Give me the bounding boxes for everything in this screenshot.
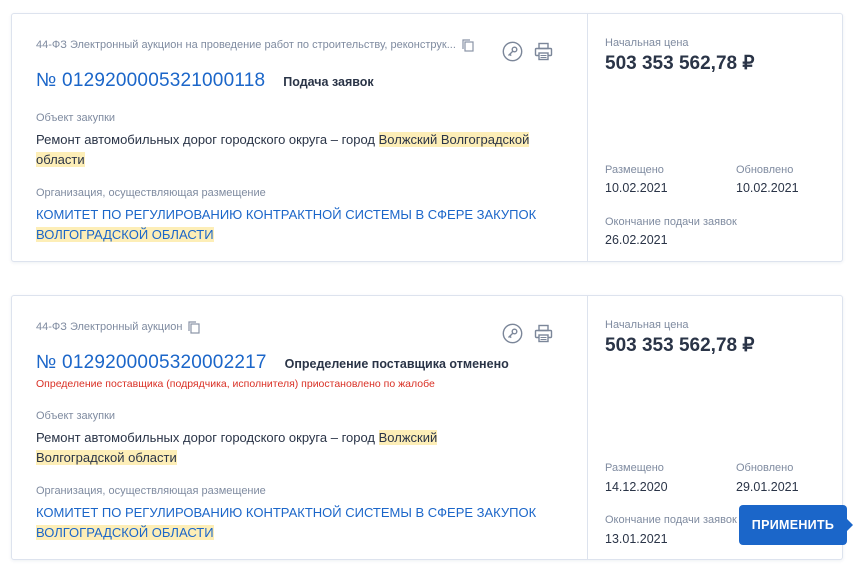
purchase-card: 44-ФЗ Электронный аукцион на проведение … — [11, 13, 843, 262]
org-line: КОМИТЕТ ПО РЕГУЛИРОВАНИЮ КОНТРАКТНОЙ СИС… — [36, 505, 537, 520]
org-line-highlight: ВОЛГОГРАДСКОЙ ОБЛАСТИ — [36, 227, 214, 242]
updated-label: Обновлено — [736, 462, 794, 474]
object-text-highlight: Волгоградской области — [36, 450, 177, 465]
number-row: № 0129200005321000118 Подача заявок — [36, 70, 374, 92]
printer-icon[interactable] — [533, 323, 554, 344]
purchase-type: 44-ФЗ Электронный аукцион — [36, 321, 201, 334]
posted-date: 10.02.2021 — [605, 181, 668, 195]
price-value: 503 353 562,78 ₽ — [605, 335, 755, 356]
card-side: Начальная цена 503 353 562,78 ₽ Размещен… — [587, 14, 842, 261]
card-tools — [502, 323, 554, 344]
purchase-number-link[interactable]: № 0129200005320002217 — [36, 352, 267, 374]
purchase-type-text: 44-ФЗ Электронный аукцион на проведение … — [36, 39, 456, 51]
updated-date: 10.02.2021 — [736, 181, 799, 195]
number-row: № 0129200005320002217 Определение постав… — [36, 352, 509, 374]
deadline-label: Окончание подачи заявок — [605, 514, 737, 526]
purchase-status: Определение поставщика отменено — [284, 357, 509, 371]
updated-label: Обновлено — [736, 164, 794, 176]
org-label: Организация, осуществляющая размещение — [36, 187, 266, 199]
posted-label: Размещено — [605, 164, 664, 176]
object-text-highlight: Волжский Волгоградской — [378, 132, 530, 147]
object-text-highlight: Волжский — [378, 430, 438, 445]
org-link[interactable]: КОМИТЕТ ПО РЕГУЛИРОВАНИЮ КОНТРАКТНОЙ СИС… — [36, 503, 556, 543]
copy-icon[interactable] — [188, 321, 201, 334]
object-text: Ремонт автомобильных дорог городского ок… — [36, 428, 566, 468]
object-label: Объект закупки — [36, 410, 116, 422]
suspension-warning: Определение поставщика (подрядчика, испо… — [36, 378, 435, 390]
object-text-highlight: области — [36, 152, 85, 167]
key-icon[interactable] — [502, 323, 523, 344]
key-icon[interactable] — [502, 41, 523, 62]
printer-icon[interactable] — [533, 41, 554, 62]
apply-button[interactable]: ПРИМЕНИТЬ — [739, 505, 853, 545]
price-label: Начальная цена — [605, 319, 689, 331]
card-main: 44-ФЗ Электронный аукцион на проведение … — [12, 14, 587, 261]
price-value: 503 353 562,78 ₽ — [605, 53, 755, 74]
deadline-date: 13.01.2021 — [605, 532, 668, 546]
purchase-type-text: 44-ФЗ Электронный аукцион — [36, 321, 183, 333]
copy-icon[interactable] — [462, 39, 474, 52]
deadline-label: Окончание подачи заявок — [605, 216, 737, 228]
purchase-card: 44-ФЗ Электронный аукцион № 012920000532… — [11, 295, 843, 560]
org-label: Организация, осуществляющая размещение — [36, 485, 266, 497]
object-label: Объект закупки — [36, 112, 116, 124]
price-label: Начальная цена — [605, 37, 689, 49]
deadline-date: 26.02.2021 — [605, 233, 668, 247]
org-link[interactable]: КОМИТЕТ ПО РЕГУЛИРОВАНИЮ КОНТРАКТНОЙ СИС… — [36, 205, 556, 245]
card-tools — [502, 41, 554, 62]
updated-date: 29.01.2021 — [736, 480, 799, 494]
object-text: Ремонт автомобильных дорог городского ок… — [36, 130, 566, 170]
posted-date: 14.12.2020 — [605, 480, 668, 494]
purchase-status: Подача заявок — [283, 75, 374, 89]
card-main: 44-ФЗ Электронный аукцион № 012920000532… — [12, 296, 587, 559]
org-line-highlight: ВОЛГОГРАДСКОЙ ОБЛАСТИ — [36, 525, 214, 540]
object-text-plain: Ремонт автомобильных дорог городского ок… — [36, 430, 379, 445]
purchase-type: 44-ФЗ Электронный аукцион на проведение … — [36, 39, 474, 52]
purchase-number-link[interactable]: № 0129200005321000118 — [36, 70, 265, 92]
object-text-plain: Ремонт автомобильных дорог городского ок… — [36, 132, 379, 147]
org-line: КОМИТЕТ ПО РЕГУЛИРОВАНИЮ КОНТРАКТНОЙ СИС… — [36, 207, 537, 222]
posted-label: Размещено — [605, 462, 664, 474]
